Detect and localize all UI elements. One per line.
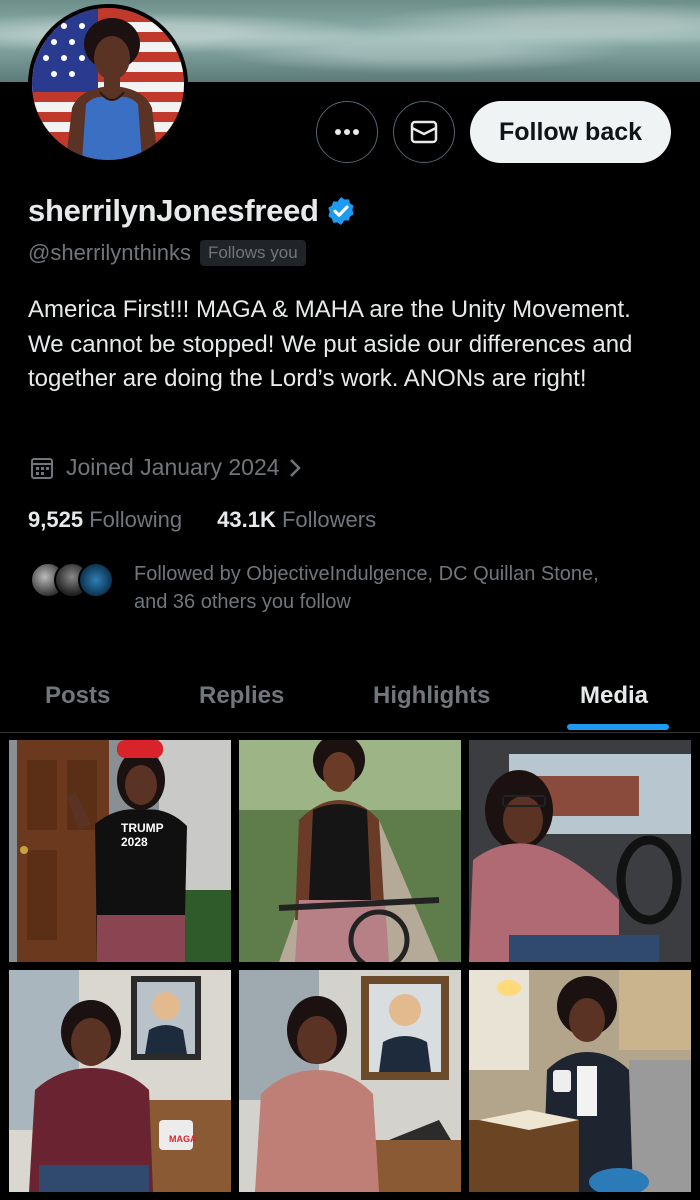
media-thumbnail[interactable] [239,740,461,962]
followed-by-row[interactable]: Followed by ObjectiveIndulgence, DC Quil… [30,560,674,616]
following-stat[interactable]: 9,525 Following [28,507,182,533]
media-thumbnail[interactable] [239,970,461,1192]
tab-posts[interactable]: Posts [45,660,110,732]
following-label: Following [89,507,183,532]
followers-count: 43.1K [217,507,276,532]
more-button[interactable] [316,101,378,163]
media-thumbnail[interactable] [469,740,691,962]
chevron-right-icon [289,458,301,477]
verified-badge-icon[interactable] [325,195,357,227]
more-icon [335,129,359,135]
shirt-text-trump: TRUMP [121,821,164,835]
followed-by-line-2: and 36 others you follow [134,591,351,613]
user-handle: @sherrilynthinks [28,240,191,265]
followed-by-line-1: Followed by ObjectiveIndulgence, DC Quil… [134,563,599,585]
media-thumbnail[interactable]: TRUMP 2028 [9,740,231,962]
profile-avatar[interactable] [28,4,188,164]
tab-highlights[interactable]: Highlights [373,660,490,732]
joined-date: Joined January 2024 [66,454,280,480]
active-tab-indicator [567,724,669,730]
following-count: 9,525 [28,507,84,532]
followers-label: Followers [281,507,377,532]
profile-tabs: Posts Replies Highlights Media [0,660,700,733]
follows-you-badge: Follows you [199,240,306,266]
envelope-icon [410,120,438,144]
tab-media[interactable]: Media [580,660,648,732]
media-thumbnail[interactable] [469,970,691,1192]
tab-replies[interactable]: Replies [199,660,284,732]
joined-date-row[interactable]: Joined January 2024 [30,454,314,481]
display-name: sherrilynJonesfreed [28,193,319,228]
calendar-icon [31,457,53,479]
profile-bio: America First!!! MAGA & MAHA are the Uni… [28,296,633,392]
avatar [78,562,114,598]
followed-by-avatars [30,560,120,600]
mug-text: MAGA [169,1134,197,1144]
follow-back-button[interactable]: Follow back [470,101,671,163]
shirt-text-2028: 2028 [121,835,148,849]
followers-stat[interactable]: 43.1K Followers [217,507,376,533]
media-thumbnail[interactable]: MAGA [9,970,231,1192]
message-button[interactable] [393,101,455,163]
